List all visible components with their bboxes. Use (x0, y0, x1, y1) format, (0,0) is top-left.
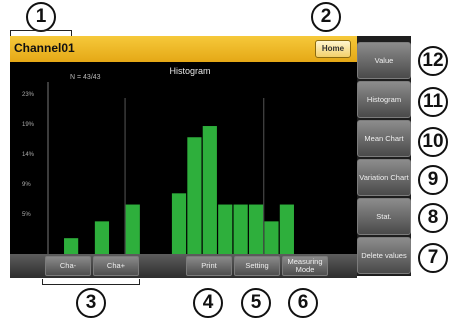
histogram-bar (264, 221, 279, 255)
histogram-bar (279, 204, 294, 255)
setting-button[interactable]: Setting (234, 256, 280, 276)
title-bar: Channel01 Home (10, 36, 357, 62)
callout-7: 7 (418, 243, 448, 273)
channel-title: Channel01 (14, 41, 75, 55)
stats-label: N = 43/43 (70, 74, 101, 81)
callout-6: 6 (288, 288, 318, 318)
y-tick-label: 5% (22, 212, 31, 218)
measuring-mode-button[interactable]: Measuring Mode (282, 256, 328, 276)
callout-12: 12 (418, 46, 448, 76)
histogram-bar (248, 204, 264, 255)
histogram-chart: Histogram N = 43/43 23%19%14%9%5%-36 (10, 62, 357, 276)
callout-8: 8 (418, 203, 448, 233)
device-screen: Channel01 Home Histogram N = 43/43 23% 19… (10, 36, 357, 276)
histogram-bar (187, 137, 202, 255)
histogram-button[interactable]: Histogram (357, 81, 411, 118)
print-button[interactable]: Print (186, 256, 232, 276)
callout-2: 2 (311, 2, 341, 32)
callout-3: 3 (76, 288, 106, 318)
y-tick-label: 23% (22, 92, 35, 98)
value-button[interactable]: Value (357, 42, 411, 79)
mean-chart-button[interactable]: Mean Chart (357, 120, 411, 157)
y-tick-label: 9% (22, 182, 31, 188)
callout-5: 5 (241, 288, 271, 318)
callout-4: 4 (193, 288, 223, 318)
histogram-bar (171, 193, 187, 255)
channel-plus-button[interactable]: Cha+ (93, 256, 139, 276)
histogram-bar (125, 204, 140, 255)
stat-button[interactable]: Stat. (357, 198, 411, 235)
y-tick-label: 14% (22, 152, 35, 158)
home-button[interactable]: Home (315, 40, 351, 58)
histogram-bar (94, 221, 110, 255)
callout-9: 9 (418, 165, 448, 195)
bottom-button-bar: Cha- Cha+ Print Setting Measuring Mode (10, 254, 357, 278)
variation-chart-button[interactable]: Variation Chart (357, 159, 411, 196)
side-button-column: Value Histogram Mean Chart Variation Cha… (357, 36, 411, 276)
histogram-bar (218, 204, 233, 255)
channel-minus-button[interactable]: Cha- (45, 256, 91, 276)
y-tick-label: 19% (22, 122, 35, 128)
callout-3-bracket (42, 279, 140, 285)
callout-10: 10 (418, 127, 448, 157)
chart-title: Histogram (169, 66, 210, 76)
delete-values-button[interactable]: Delete values (357, 237, 411, 274)
callout-11: 11 (418, 87, 448, 117)
histogram-bar (202, 126, 217, 256)
histogram-bar (64, 238, 79, 255)
histogram-svg: Histogram N = 43/43 23%19%14%9%5%-36 (22, 66, 310, 271)
histogram-bar (233, 204, 248, 255)
callout-1: 1 (26, 2, 56, 32)
